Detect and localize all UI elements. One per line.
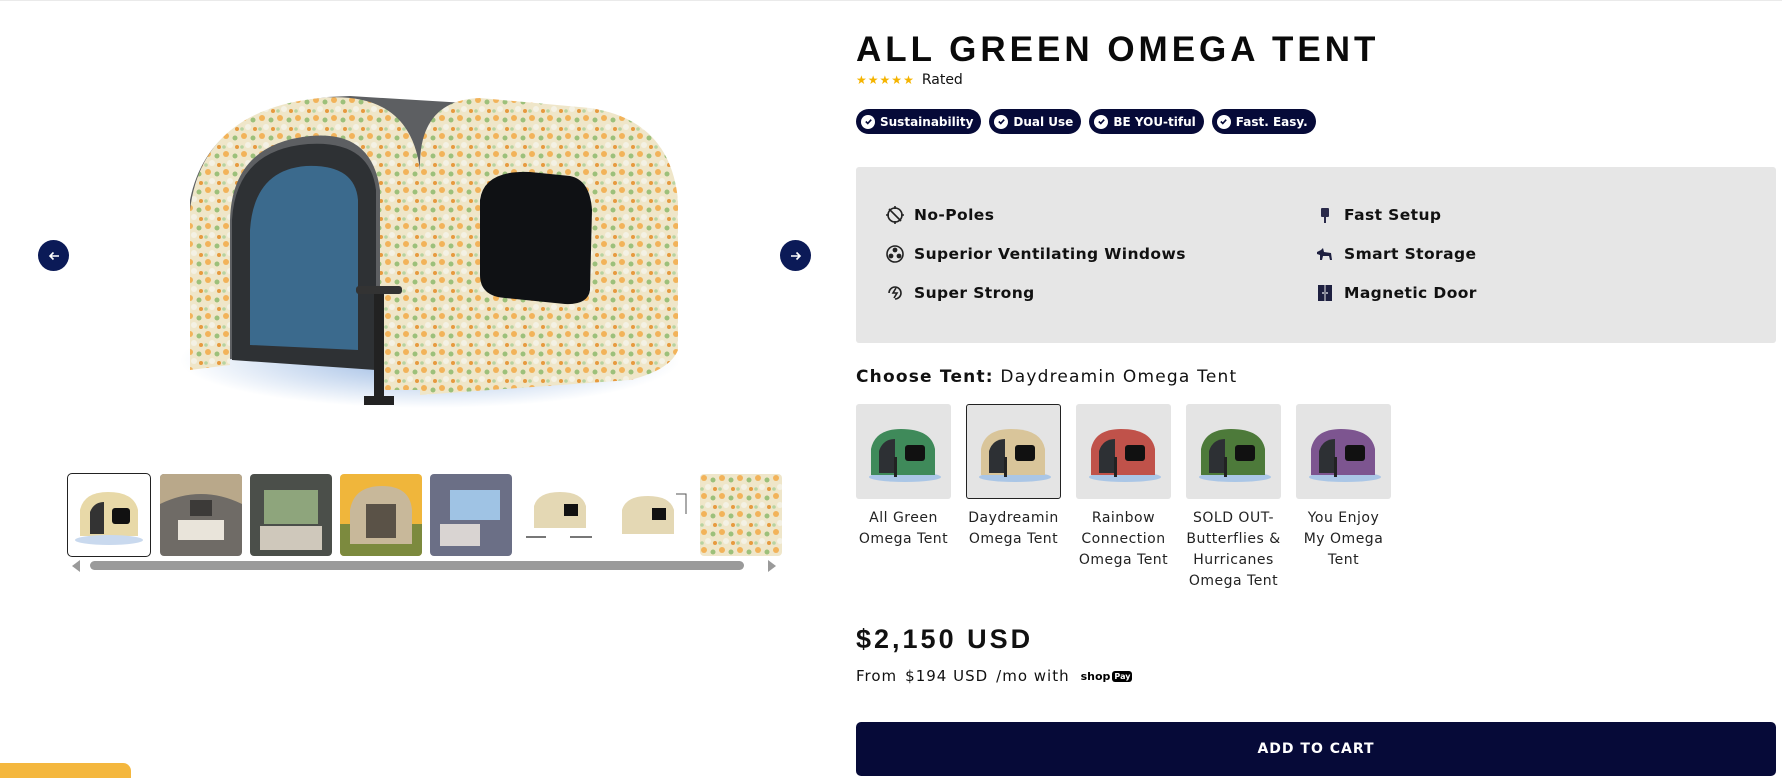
variant-swatch [856, 404, 951, 499]
variant-option[interactable]: Daydreamin Omega Tent [966, 404, 1061, 592]
scroll-left-arrow-icon[interactable] [72, 560, 80, 572]
chooser-selected-value: Daydreamin Omega Tent [1000, 367, 1238, 387]
arrow-right-icon [790, 251, 801, 260]
tent-thumbnail-icon [1198, 428, 1271, 482]
feature-no-poles: No-Poles [884, 204, 994, 226]
product-price: $2,150 USD [856, 624, 1034, 654]
next-image-button[interactable] [780, 240, 811, 271]
chooser-label: Choose Tent: [856, 367, 994, 387]
product-gallery [0, 0, 840, 778]
product-title: ALL GREEN OMEGA TENT [856, 30, 1380, 69]
variant-label: You Enjoy My Omega Tent [1303, 510, 1384, 568]
variant-swatch [1186, 404, 1281, 499]
variant-option[interactable]: You Enjoy My Omega Tent [1296, 404, 1391, 592]
thumbnail-6[interactable] [520, 474, 602, 556]
variant-label: Daydreamin Omega Tent [968, 510, 1059, 547]
tent-thumbnail-icon [1308, 428, 1381, 482]
variant-chooser-label: Choose Tent: Daydreamin Omega Tent [856, 367, 1237, 387]
variant-option[interactable]: SOLD OUT-Butterflies & Hurricanes Omega … [1186, 404, 1281, 592]
star-icon: ★ [903, 73, 914, 87]
variant-swatch [966, 404, 1061, 499]
tent-thumbnail-icon [868, 428, 941, 482]
star-icon: ★ [879, 73, 891, 87]
star-icon: ★ [891, 73, 903, 87]
thumbnail-scrollbar[interactable] [68, 558, 780, 572]
variant-list: All Green Omega Tent Daydreamin Omega Ten… [856, 404, 1391, 592]
star-icon: ★ [867, 73, 879, 87]
thumbnail-7[interactable] [610, 474, 692, 556]
badge-dual-use: Dual Use [989, 109, 1082, 134]
thumbnail-2[interactable] [160, 474, 242, 556]
thumbnail-3[interactable] [250, 474, 332, 556]
rating[interactable]: ★ ★ ★ ★ ★ Rated [856, 72, 963, 88]
tent-thumbnail-icon [978, 428, 1051, 482]
badge-be-you-tiful: BE YOU-tiful [1089, 109, 1204, 134]
add-to-cart-button[interactable]: ADD TO CART [856, 722, 1776, 776]
thumbnail-5[interactable] [430, 474, 512, 556]
variant-option[interactable]: Rainbow Connection Omega Tent [1076, 404, 1171, 592]
feature-smart-storage: Smart Storage [1314, 243, 1476, 265]
badge-sustainability: Sustainability [856, 109, 982, 134]
check-icon [1216, 114, 1231, 129]
thumbnail-4[interactable] [340, 474, 422, 556]
feature-ventilating-windows: Superior Ventilating Windows [884, 243, 1186, 265]
badge-fast-easy: Fast. Easy. [1211, 109, 1316, 134]
rewards-tab[interactable] [0, 763, 131, 778]
variant-label: All Green Omega Tent [858, 510, 949, 547]
installment-info: From $194 USD /mo with shop Pay [856, 667, 1135, 685]
rating-text: Rated [921, 72, 963, 88]
thumbnail-strip [66, 472, 782, 558]
dog-icon [1314, 243, 1336, 265]
variant-swatch [1076, 404, 1171, 499]
arrow-left-icon [48, 251, 59, 260]
feature-fast-setup: Fast Setup [1314, 204, 1441, 226]
ventilation-icon [884, 243, 906, 265]
main-product-image[interactable] [150, 60, 710, 420]
star-icon: ★ [856, 73, 867, 87]
previous-image-button[interactable] [38, 240, 69, 271]
check-icon [1094, 114, 1109, 129]
badge-list: Sustainability Dual Use BE YOU-tiful Fas… [856, 109, 1316, 134]
variant-swatch [1296, 404, 1391, 499]
variant-label: Rainbow Connection Omega Tent [1078, 510, 1169, 568]
variant-option[interactable]: All Green Omega Tent [856, 404, 951, 592]
check-icon [994, 114, 1009, 129]
tent-thumbnail-icon [1088, 428, 1161, 482]
star-rating: ★ ★ ★ ★ ★ [856, 74, 914, 86]
scroll-right-arrow-icon[interactable] [768, 560, 776, 572]
feature-super-strong: Super Strong [884, 282, 1035, 304]
feature-magnetic-door: Magnetic Door [1314, 282, 1477, 304]
scrollbar-thumb[interactable] [90, 561, 744, 570]
feature-panel: No-Poles Superior Ventilating Windows Su… [856, 167, 1776, 343]
thumbnail-1[interactable] [67, 473, 151, 557]
variant-label: SOLD OUT-Butterflies & Hurricanes Omega … [1186, 510, 1281, 589]
no-poles-icon [884, 204, 906, 226]
strength-icon [884, 282, 906, 304]
check-icon [861, 114, 875, 129]
pump-icon [1314, 204, 1336, 226]
door-icon [1314, 282, 1336, 304]
thumbnail-8[interactable] [700, 474, 782, 556]
shop-pay-logo[interactable]: shop Pay [1078, 669, 1136, 683]
